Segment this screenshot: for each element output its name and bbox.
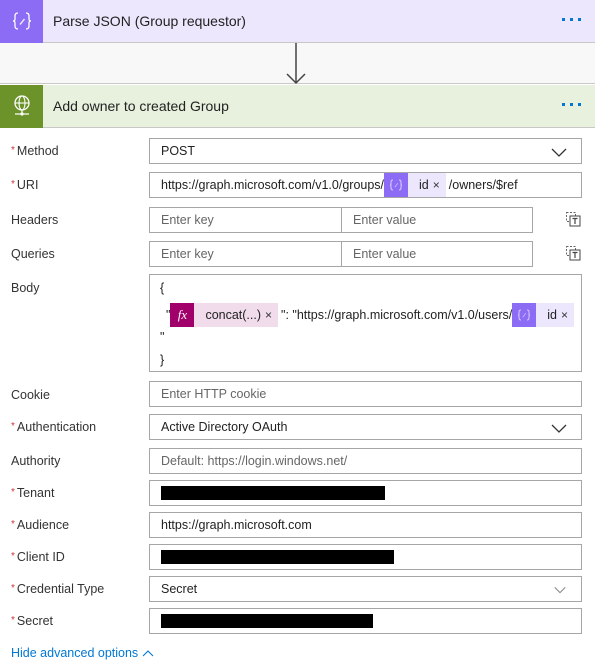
headers-value-input[interactable]: Enter value (341, 207, 533, 233)
credential-type-select[interactable]: Secret (149, 576, 582, 602)
credential-type-value: Secret (161, 582, 198, 596)
body-line: } (160, 353, 165, 367)
chevron-down-icon (554, 587, 566, 594)
parse-json-icon-box (0, 0, 43, 43)
headers-key-input[interactable]: Enter key (149, 207, 342, 233)
switch-to-text-mode-icon[interactable] (565, 211, 581, 227)
chevron-down-icon (551, 424, 567, 433)
braces-edit-icon (384, 173, 409, 197)
method-label: * Method (11, 144, 59, 158)
step-title: Parse JSON (Group requestor) (53, 13, 246, 29)
more-options-button[interactable] (560, 99, 583, 110)
switch-to-text-mode-icon[interactable] (565, 245, 581, 261)
cookie-input[interactable]: Enter HTTP cookie (149, 381, 582, 407)
remove-token-icon[interactable]: × (265, 308, 272, 322)
method-value: POST (161, 144, 196, 158)
remove-token-icon[interactable]: × (433, 178, 440, 192)
queries-label: Queries (11, 247, 55, 261)
body-line: { (160, 281, 165, 295)
tenant-input[interactable] (149, 480, 582, 506)
audience-input[interactable]: https://graph.microsoft.com (149, 512, 582, 538)
chevron-down-icon (551, 148, 567, 157)
function-icon: fx (170, 303, 195, 327)
uri-prefix: https://graph.microsoft.com/v1.0/groups/ (161, 178, 385, 192)
authentication-select[interactable]: Active Directory OAuth (149, 414, 582, 440)
concat-expression-token[interactable]: fx concat(...) × (170, 303, 279, 327)
method-select[interactable]: POST (149, 138, 582, 164)
audience-label: * Audience (11, 518, 70, 532)
authentication-value: Active Directory OAuth (161, 420, 288, 434)
queries-key-input[interactable]: Enter key (149, 241, 342, 267)
uri-id-token[interactable]: id × (384, 173, 446, 197)
headers-label: Headers (11, 213, 59, 227)
braces-edit-icon (512, 303, 537, 327)
arrow-down-icon (286, 43, 306, 85)
body-line: " fx concat(...) × ": "https://graph.micr… (166, 303, 574, 327)
globe-icon (13, 95, 30, 116)
tenant-label: * Tenant (11, 486, 55, 500)
authentication-label: * Authentication (11, 420, 97, 434)
remove-token-icon[interactable]: × (561, 308, 568, 322)
client-id-label: * Client ID (11, 550, 65, 564)
http-step-header[interactable]: Add owner to created Group (0, 84, 595, 128)
braces-edit-icon (12, 12, 31, 30)
hide-advanced-options-link[interactable]: Hide advanced options (11, 646, 154, 660)
authority-label: Authority (11, 454, 61, 468)
uri-input[interactable]: https://graph.microsoft.com/v1.0/groups/… (149, 172, 582, 198)
redacted-value (161, 614, 373, 628)
redacted-value (161, 486, 385, 500)
chevron-up-icon (142, 650, 154, 657)
parse-json-step-header[interactable]: Parse JSON (Group requestor) (0, 0, 595, 43)
uri-label: * URI (11, 178, 39, 192)
client-id-input[interactable] (149, 544, 582, 570)
step-title: Add owner to created Group (53, 98, 229, 114)
authority-input[interactable]: Default: https://login.windows.net/ (149, 448, 582, 474)
user-id-token[interactable]: id × (512, 303, 574, 327)
credential-type-label: * Credential Type (11, 582, 105, 596)
body-editor[interactable]: { " fx concat(...) × ": "https://graph.mi… (149, 274, 582, 372)
secret-input[interactable] (149, 608, 582, 634)
secret-label: * Secret (11, 614, 54, 628)
more-options-button[interactable] (560, 14, 583, 25)
redacted-value (161, 550, 394, 564)
uri-suffix: /owners/$ref (448, 178, 518, 192)
body-label: Body (11, 281, 40, 295)
queries-value-input[interactable]: Enter value (341, 241, 533, 267)
body-line: " (160, 330, 165, 344)
cookie-label: Cookie (11, 388, 50, 402)
http-icon-box (0, 84, 43, 128)
step-connector (0, 43, 595, 85)
